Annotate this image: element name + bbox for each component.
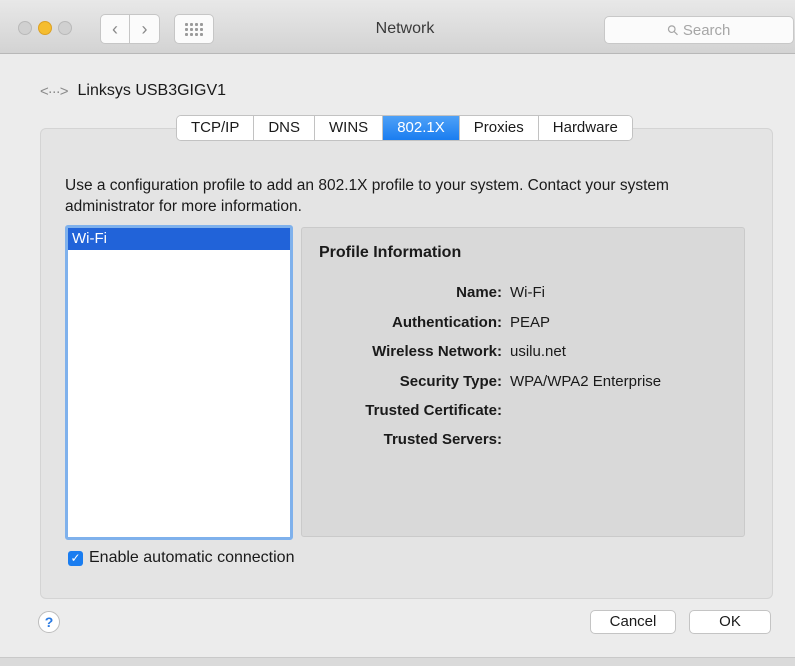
- search-input[interactable]: ⚲ Search: [604, 16, 794, 44]
- profile-information-panel: Profile Information Name: Wi-Fi Authenti…: [301, 227, 745, 537]
- info-row-authentication: Authentication: PEAP: [302, 314, 746, 336]
- info-label: Wireless Network:: [372, 343, 502, 360]
- tab-dns[interactable]: DNS: [254, 116, 316, 140]
- enable-automatic-connection-checkbox[interactable]: ✓: [68, 550, 83, 566]
- info-value: PEAP: [510, 314, 551, 331]
- tab-802-1x[interactable]: 802.1X: [383, 116, 460, 140]
- info-value: Wi-Fi: [510, 284, 545, 301]
- search-placeholder: Search: [682, 21, 731, 39]
- interface-name: Linksys USB3GIGV1: [77, 82, 227, 99]
- search-icon: ⚲: [663, 20, 682, 39]
- profile-list[interactable]: Wi-Fi: [65, 225, 293, 540]
- info-value: usilu.net: [510, 343, 566, 360]
- list-item[interactable]: Wi-Fi: [68, 228, 290, 250]
- tab-proxies[interactable]: Proxies: [459, 116, 539, 140]
- ok-button[interactable]: OK: [689, 610, 771, 634]
- tab-hardware[interactable]: Hardware: [538, 116, 632, 140]
- profile-information-title: Profile Information: [319, 244, 462, 261]
- info-label: Name:: [456, 284, 502, 301]
- tab-bar: TCP/IP DNS WINS 802.1X Proxies Hardware: [176, 115, 633, 141]
- automatic-connection-label: Enable automatic connection: [89, 549, 295, 566]
- ethernet-icon: <···>: [40, 82, 68, 100]
- interface-header: <···> Linksys USB3GIGV1: [40, 80, 226, 102]
- info-row-security-type: Security Type: WPA/WPA2 Enterprise: [302, 373, 746, 395]
- cancel-button[interactable]: Cancel: [590, 610, 676, 634]
- info-row-wireless-network: Wireless Network: usilu.net: [302, 343, 746, 365]
- info-label: Trusted Certificate:: [365, 402, 502, 419]
- info-value: WPA/WPA2 Enterprise: [510, 373, 662, 390]
- info-row-trusted-servers: Trusted Servers:: [302, 431, 746, 453]
- automatic-connection-option[interactable]: ✓ Enable automatic connection: [68, 549, 294, 567]
- info-row-name: Name: Wi-Fi: [302, 284, 746, 306]
- info-label: Authentication:: [392, 314, 502, 331]
- info-label: Security Type:: [399, 373, 502, 390]
- tab-tcpip[interactable]: TCP/IP: [177, 116, 255, 140]
- info-row-trusted-certificate: Trusted Certificate:: [302, 402, 746, 424]
- title-bar: ‹ › Network ⚲ Search: [0, 0, 795, 54]
- network-preferences-window: ‹ › Network ⚲ Search <···> Linksys USB3G…: [0, 0, 795, 666]
- window-bottom-edge: [0, 657, 795, 666]
- description-text: Use a configuration profile to add an 80…: [65, 177, 669, 215]
- help-button[interactable]: ?: [38, 611, 60, 633]
- info-label: Trusted Servers:: [383, 431, 502, 448]
- tab-wins[interactable]: WINS: [315, 116, 384, 140]
